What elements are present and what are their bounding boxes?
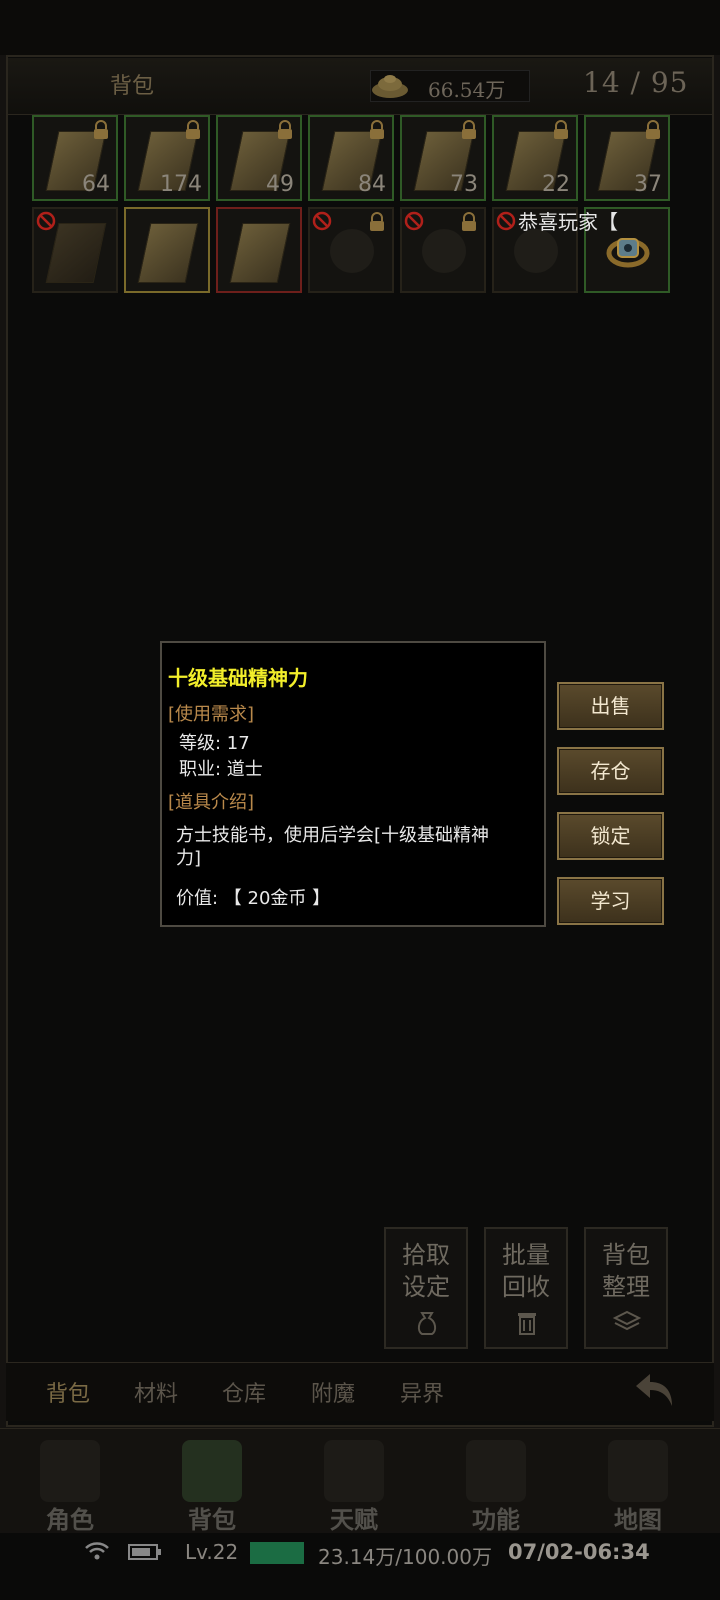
forbidden-icon — [496, 211, 516, 231]
pickup-label-2: 设定 — [402, 1273, 450, 1301]
inventory-slot[interactable] — [32, 207, 118, 293]
lock-button[interactable]: 锁定 — [557, 812, 664, 860]
item-count: 49 — [266, 172, 294, 197]
inventory-slot[interactable]: 37 — [584, 115, 670, 201]
lock-icon — [370, 212, 384, 231]
inventory-slot[interactable]: 64 — [32, 115, 118, 201]
nav-character-label: 角色 — [46, 1506, 94, 1534]
batch-recycle-button[interactable]: 批量 回收 — [484, 1227, 568, 1349]
nav-map-label: 地图 — [614, 1506, 662, 1534]
player-level: Lv.22 — [185, 1540, 239, 1564]
skill-book-icon — [45, 223, 107, 283]
bag-icon — [417, 1312, 437, 1335]
sort-label-2: 整理 — [602, 1273, 650, 1301]
helmet-icon — [422, 229, 466, 273]
trash-icon — [518, 1313, 536, 1335]
item-description-cont: 力] — [176, 848, 202, 869]
character-icon — [40, 1440, 100, 1502]
system-announcement: 恭喜玩家【 — [518, 210, 618, 234]
learn-button[interactable]: 学习 — [557, 877, 664, 925]
class-requirement: 职业: 道士 — [179, 759, 263, 780]
exp-bar — [250, 1542, 304, 1564]
forbidden-icon — [312, 211, 332, 231]
ring-icon — [514, 229, 558, 273]
pickup-label-1: 拾取 — [402, 1241, 450, 1269]
forbidden-icon — [36, 211, 56, 231]
pickup-settings-button[interactable]: 拾取 设定 — [384, 1227, 468, 1349]
nav-function-label: 功能 — [472, 1506, 520, 1534]
inventory-slot[interactable]: 49 — [216, 115, 302, 201]
store-button[interactable]: 存仓 — [557, 747, 664, 795]
inventory-slot[interactable]: 84 — [308, 115, 394, 201]
exp-text: 23.14万/100.00万 — [318, 1545, 492, 1569]
item-name: 十级基础精神力 — [168, 666, 308, 690]
inventory-slot[interactable] — [308, 207, 394, 293]
forbidden-icon — [404, 211, 424, 231]
skill-book-icon — [229, 223, 291, 283]
tab-otherworld[interactable]: 异界 — [400, 1376, 444, 1408]
datetime: 07/02-06:34 — [508, 1540, 650, 1564]
recycle-label-2: 回收 — [502, 1273, 550, 1301]
anvil-icon — [466, 1440, 526, 1502]
sort-label-1: 背包 — [602, 1241, 650, 1269]
lock-icon — [554, 120, 568, 139]
nav-character[interactable]: 角色 — [5, 1428, 135, 1534]
sell-button[interactable]: 出售 — [557, 682, 664, 730]
lock-icon — [462, 212, 476, 231]
item-count: 37 — [634, 172, 662, 197]
lock-icon — [94, 120, 108, 139]
tab-bag[interactable]: 背包 — [46, 1376, 90, 1408]
inventory-slot-selected[interactable] — [124, 207, 210, 293]
bag-capacity: 14 / 95 — [583, 66, 689, 99]
gold-pile-icon — [372, 75, 408, 98]
gold-amount: 66.54万 — [428, 78, 506, 102]
nav-bag-label: 背包 — [188, 1506, 236, 1534]
back-arrow-icon[interactable] — [632, 1368, 678, 1412]
item-count: 174 — [160, 172, 202, 197]
sort-bag-button[interactable]: 背包 整理 — [584, 1227, 668, 1349]
talent-icon — [324, 1440, 384, 1502]
lock-icon — [462, 120, 476, 139]
wifi-icon — [85, 1542, 109, 1560]
lock-icon — [646, 120, 660, 139]
weapon-icon — [330, 229, 374, 273]
lock-icon — [278, 120, 292, 139]
nav-bag[interactable]: 背包 — [147, 1428, 277, 1534]
layers-icon — [612, 1310, 642, 1331]
compass-icon — [608, 1440, 668, 1502]
item-count: 84 — [358, 172, 386, 197]
inventory-slot[interactable]: 22 — [492, 115, 578, 201]
inventory-slot[interactable] — [216, 207, 302, 293]
bag-icon — [182, 1440, 242, 1502]
tab-materials[interactable]: 材料 — [134, 1376, 178, 1408]
bag-sub-tabs — [6, 1362, 714, 1421]
nav-talent-label: 天赋 — [330, 1506, 378, 1534]
item-intro-header: [道具介绍] — [168, 792, 255, 813]
nav-function[interactable]: 功能 — [431, 1428, 561, 1534]
level-requirement: 等级: 17 — [179, 733, 250, 754]
requirements-header: [使用需求] — [168, 704, 255, 725]
inventory-slot[interactable]: 73 — [400, 115, 486, 201]
nav-map[interactable]: 地图 — [573, 1428, 703, 1534]
battery-icon — [128, 1544, 161, 1560]
recycle-label-1: 批量 — [502, 1241, 550, 1269]
bag-title: 背包 — [110, 74, 155, 99]
inventory-slot[interactable] — [400, 207, 486, 293]
item-description: 方士技能书，使用后学会[十级基础精神 — [176, 825, 490, 846]
item-count: 22 — [542, 172, 570, 197]
skill-book-icon — [137, 223, 199, 283]
item-value: 价值: 【 20金币 】 — [176, 888, 331, 909]
item-count: 64 — [82, 172, 110, 197]
lock-icon — [370, 120, 384, 139]
tab-warehouse[interactable]: 仓库 — [222, 1376, 266, 1408]
nav-talent[interactable]: 天赋 — [289, 1428, 419, 1534]
tab-enchant[interactable]: 附魔 — [311, 1376, 355, 1408]
item-count: 73 — [450, 172, 478, 197]
lock-icon — [186, 120, 200, 139]
inventory-slot[interactable]: 174 — [124, 115, 210, 201]
